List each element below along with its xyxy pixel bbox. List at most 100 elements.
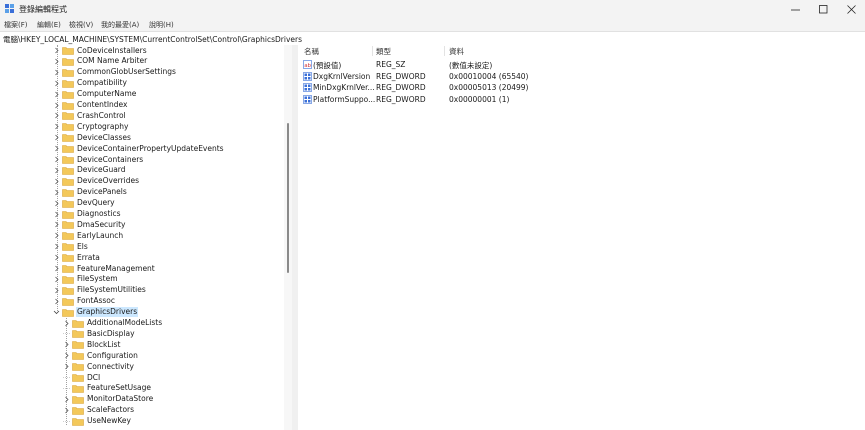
tree-item[interactable]: CommonGlobUserSettings bbox=[52, 67, 177, 78]
folder-icon bbox=[62, 210, 74, 219]
chevron-right-icon[interactable] bbox=[52, 296, 60, 306]
menu-help[interactable]: 說明(H) bbox=[149, 20, 174, 30]
chevron-right-icon[interactable] bbox=[52, 253, 60, 263]
chevron-down-icon[interactable] bbox=[52, 307, 60, 317]
tree-item-label: AdditionalModeLists bbox=[87, 318, 163, 327]
chevron-right-icon[interactable] bbox=[52, 46, 60, 56]
tree-item[interactable]: FontAssoc bbox=[52, 296, 116, 307]
chevron-right-icon[interactable] bbox=[62, 351, 70, 361]
tree-subitem[interactable]: UseNewKey bbox=[62, 416, 132, 427]
minimize-button[interactable] bbox=[781, 0, 809, 18]
tree-item[interactable]: Errata bbox=[52, 252, 101, 263]
tree-subitem[interactable]: Connectivity bbox=[62, 361, 135, 372]
chevron-right-icon[interactable] bbox=[52, 78, 60, 88]
chevron-right-icon[interactable] bbox=[52, 56, 60, 66]
tree-subitem[interactable]: Configuration bbox=[62, 350, 139, 361]
value-row[interactable]: ab (預設值) REG_SZ (數值未設定) bbox=[298, 59, 865, 70]
tree-scrollbar-thumb[interactable] bbox=[287, 123, 289, 273]
address-path[interactable]: 電腦\HKEY_LOCAL_MACHINE\SYSTEM\CurrentCont… bbox=[3, 34, 302, 45]
column-divider[interactable] bbox=[444, 46, 445, 56]
tree-subitem[interactable]: ScaleFactors bbox=[62, 405, 135, 416]
menu-edit[interactable]: 編輯(E) bbox=[37, 20, 61, 30]
tree-item[interactable]: GraphicsDrivers bbox=[52, 307, 139, 318]
tree-item[interactable]: DeviceContainerPropertyUpdateEvents bbox=[52, 143, 225, 154]
tree-subitem[interactable]: BasicDisplay bbox=[62, 328, 136, 339]
value-list[interactable]: 名稱 類型 資料 ab (預設值) REG_SZ (數值未設定) DxgKrnlVers… bbox=[298, 45, 865, 430]
tree-item[interactable]: CrashControl bbox=[52, 110, 127, 121]
tree-item[interactable]: EarlyLaunch bbox=[52, 230, 124, 241]
menu-view[interactable]: 檢視(V) bbox=[69, 20, 93, 30]
chevron-right-icon[interactable] bbox=[52, 133, 60, 143]
tree-item[interactable]: FileSystemUtilities bbox=[52, 285, 147, 296]
tree-item[interactable]: DmaSecurity bbox=[52, 219, 126, 230]
chevron-right-icon[interactable] bbox=[62, 362, 70, 372]
tree-item[interactable]: DevQuery bbox=[52, 198, 116, 209]
chevron-right-icon[interactable] bbox=[62, 340, 70, 350]
tree-item[interactable]: CoDeviceInstallers bbox=[52, 45, 148, 56]
chevron-right-icon[interactable] bbox=[52, 176, 60, 186]
tree-item-label: DevicePanels bbox=[77, 187, 127, 197]
chevron-right-icon[interactable] bbox=[52, 122, 60, 132]
chevron-right-icon[interactable] bbox=[52, 274, 60, 284]
tree-item[interactable]: Diagnostics bbox=[52, 209, 122, 220]
tree-item[interactable]: DeviceOverrides bbox=[52, 176, 140, 187]
chevron-right-icon[interactable] bbox=[52, 264, 60, 274]
tree-subitem[interactable]: BlockList bbox=[62, 339, 121, 350]
chevron-right-icon[interactable] bbox=[62, 318, 70, 328]
tree-item[interactable]: COM Name Arbiter bbox=[52, 56, 148, 67]
chevron-right-icon[interactable] bbox=[52, 144, 60, 154]
folder-icon bbox=[72, 384, 84, 393]
chevron-right-icon[interactable] bbox=[52, 89, 60, 99]
chevron-right-icon[interactable] bbox=[52, 165, 60, 175]
maximize-button[interactable] bbox=[809, 0, 837, 18]
tree-item[interactable]: ContentIndex bbox=[52, 100, 128, 111]
column-header-name[interactable]: 名稱 bbox=[304, 46, 319, 57]
value-row[interactable]: MinDxgKrnlVer... REG_DWORD 0x00005013 (204… bbox=[298, 82, 865, 93]
chevron-right-icon[interactable] bbox=[52, 187, 60, 197]
tree-item[interactable]: ComputerName bbox=[52, 89, 137, 100]
tree-item[interactable]: Els bbox=[52, 241, 89, 252]
chevron-right-icon[interactable] bbox=[52, 285, 60, 295]
menu-file[interactable]: 檔案(F) bbox=[4, 20, 28, 30]
chevron-right-icon[interactable] bbox=[62, 405, 70, 415]
address-bar[interactable]: 電腦\HKEY_LOCAL_MACHINE\SYSTEM\CurrentCont… bbox=[0, 31, 865, 46]
chevron-right-icon[interactable] bbox=[52, 67, 60, 77]
chevron-right-icon[interactable] bbox=[52, 231, 60, 241]
tree-item[interactable]: Cryptography bbox=[52, 121, 129, 132]
chevron-right-icon[interactable] bbox=[52, 209, 60, 219]
tree-item-label: Compatibility bbox=[77, 78, 127, 88]
column-header-data[interactable]: 資料 bbox=[449, 46, 464, 57]
value-name: PlatformSuppo... bbox=[313, 94, 376, 104]
column-header-type[interactable]: 類型 bbox=[376, 46, 391, 57]
chevron-right-icon[interactable] bbox=[52, 198, 60, 208]
tree-subitem[interactable]: MonitorDataStore bbox=[62, 394, 154, 405]
value-row[interactable]: PlatformSuppo... REG_DWORD 0x00000001 (1) bbox=[298, 94, 865, 105]
tree-item[interactable]: FeatureManagement bbox=[52, 263, 156, 274]
folder-open-icon bbox=[62, 308, 74, 317]
chevron-right-icon[interactable] bbox=[52, 100, 60, 110]
value-type: REG_DWORD bbox=[376, 83, 426, 92]
tree-item[interactable]: DeviceClasses bbox=[52, 132, 132, 143]
tree-subitem[interactable]: DCI bbox=[62, 372, 101, 383]
tree-item[interactable]: Compatibility bbox=[52, 78, 128, 89]
tree-item[interactable]: DevicePanels bbox=[52, 187, 128, 198]
tree-item[interactable]: FileSystem bbox=[52, 274, 119, 285]
chevron-right-icon[interactable] bbox=[52, 242, 60, 252]
tree-subitem[interactable]: FeatureSetUsage bbox=[62, 383, 152, 394]
folder-icon bbox=[62, 46, 74, 55]
chevron-right-icon[interactable] bbox=[62, 394, 70, 404]
tree-connector bbox=[62, 329, 70, 339]
tree-item[interactable]: DeviceContainers bbox=[52, 154, 144, 165]
tree-subitem[interactable]: AdditionalModeLists bbox=[62, 318, 163, 329]
chevron-right-icon[interactable] bbox=[52, 111, 60, 121]
chevron-right-icon[interactable] bbox=[52, 220, 60, 230]
tree-item-label: ComputerName bbox=[77, 89, 137, 99]
menu-favorites[interactable]: 我的最愛(A) bbox=[101, 20, 139, 30]
value-row[interactable]: DxgKrnlVersion REG_DWORD 0x00010004 (65540… bbox=[298, 71, 865, 82]
close-button[interactable] bbox=[837, 0, 865, 18]
column-divider[interactable] bbox=[372, 46, 373, 56]
key-tree[interactable]: CoDeviceInstallers COM Name Arbiter Common… bbox=[0, 45, 284, 430]
binary-value-icon bbox=[303, 71, 312, 81]
tree-item[interactable]: DeviceGuard bbox=[52, 165, 127, 176]
chevron-right-icon[interactable] bbox=[52, 155, 60, 165]
